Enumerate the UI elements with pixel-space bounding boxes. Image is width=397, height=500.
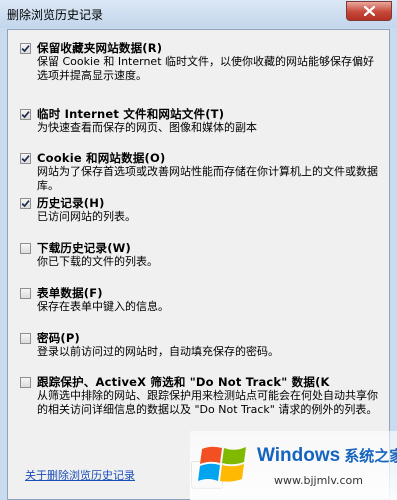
watermark: Windows 系统之家 www.bjjmlv.com <box>190 431 397 500</box>
checkmark-icon <box>21 111 30 119</box>
option-label: 跟踪保护、ActiveX 筛选和 "Do Not Track" 数据(K <box>37 375 330 389</box>
close-button[interactable] <box>346 1 392 21</box>
title-bar: 删除浏览历史记录 <box>0 0 397 28</box>
checkmark-icon <box>21 155 30 163</box>
about-delete-history-link[interactable]: 关于删除浏览历史记录 <box>25 467 135 483</box>
watermark-url: www.bjjmlv.com <box>274 474 363 487</box>
option-label: 临时 Internet 文件和网站文件(T) <box>37 107 225 121</box>
option-label: 密码(P) <box>37 331 80 345</box>
checkbox[interactable] <box>20 243 31 254</box>
watermark-brand: Windows <box>257 445 341 466</box>
option-label: 保留收藏夹网站数据(R) <box>37 41 163 55</box>
checkbox[interactable] <box>20 109 31 120</box>
option-description: 网站为了保存首选项或改善网站性能而存储在你计算机上的文件或数据库。 <box>37 165 378 192</box>
option-description: 已访问网站的列表。 <box>37 210 136 223</box>
option-description: 保留 Cookie 和 Internet 临时文件，以使你收藏的网站能够保存偏好… <box>37 55 374 82</box>
checkbox[interactable] <box>20 288 31 299</box>
option-description: 为快速查看而保存的网页、图像和媒体的副本 <box>37 121 257 134</box>
checkbox[interactable] <box>20 377 31 388</box>
option-label: 下载历史记录(W) <box>37 241 131 255</box>
option-label: Cookie 和网站数据(O) <box>37 151 166 165</box>
option-label: 历史记录(H) <box>37 196 105 210</box>
dialog-body: 保留收藏夹网站数据(R) 保留 Cookie 和 Internet 临时文件，以… <box>7 29 390 500</box>
option-description: 你已下载的文件的列表。 <box>37 255 158 268</box>
checkbox[interactable] <box>20 153 31 164</box>
windows-logo-icon <box>198 446 246 482</box>
checkbox[interactable] <box>20 198 31 209</box>
option-label: 表单数据(F) <box>37 286 103 300</box>
checkbox[interactable] <box>20 333 31 344</box>
option-description: 从筛选中排除的网站、跟踪保护用来检测站点可能会在何处自动共享你的相关访问详细信息… <box>37 389 378 416</box>
checkmark-icon <box>21 200 30 208</box>
watermark-brand-cn: 系统之家 <box>344 447 397 465</box>
option-description: 保存在表单中键入的信息。 <box>37 300 169 313</box>
close-icon <box>363 6 375 16</box>
option-description: 登录以前访问过的网站时，自动填充保存的密码。 <box>37 345 279 358</box>
window-title: 删除浏览历史记录 <box>7 8 104 22</box>
checkbox[interactable] <box>20 43 31 54</box>
checkmark-icon <box>21 45 30 53</box>
